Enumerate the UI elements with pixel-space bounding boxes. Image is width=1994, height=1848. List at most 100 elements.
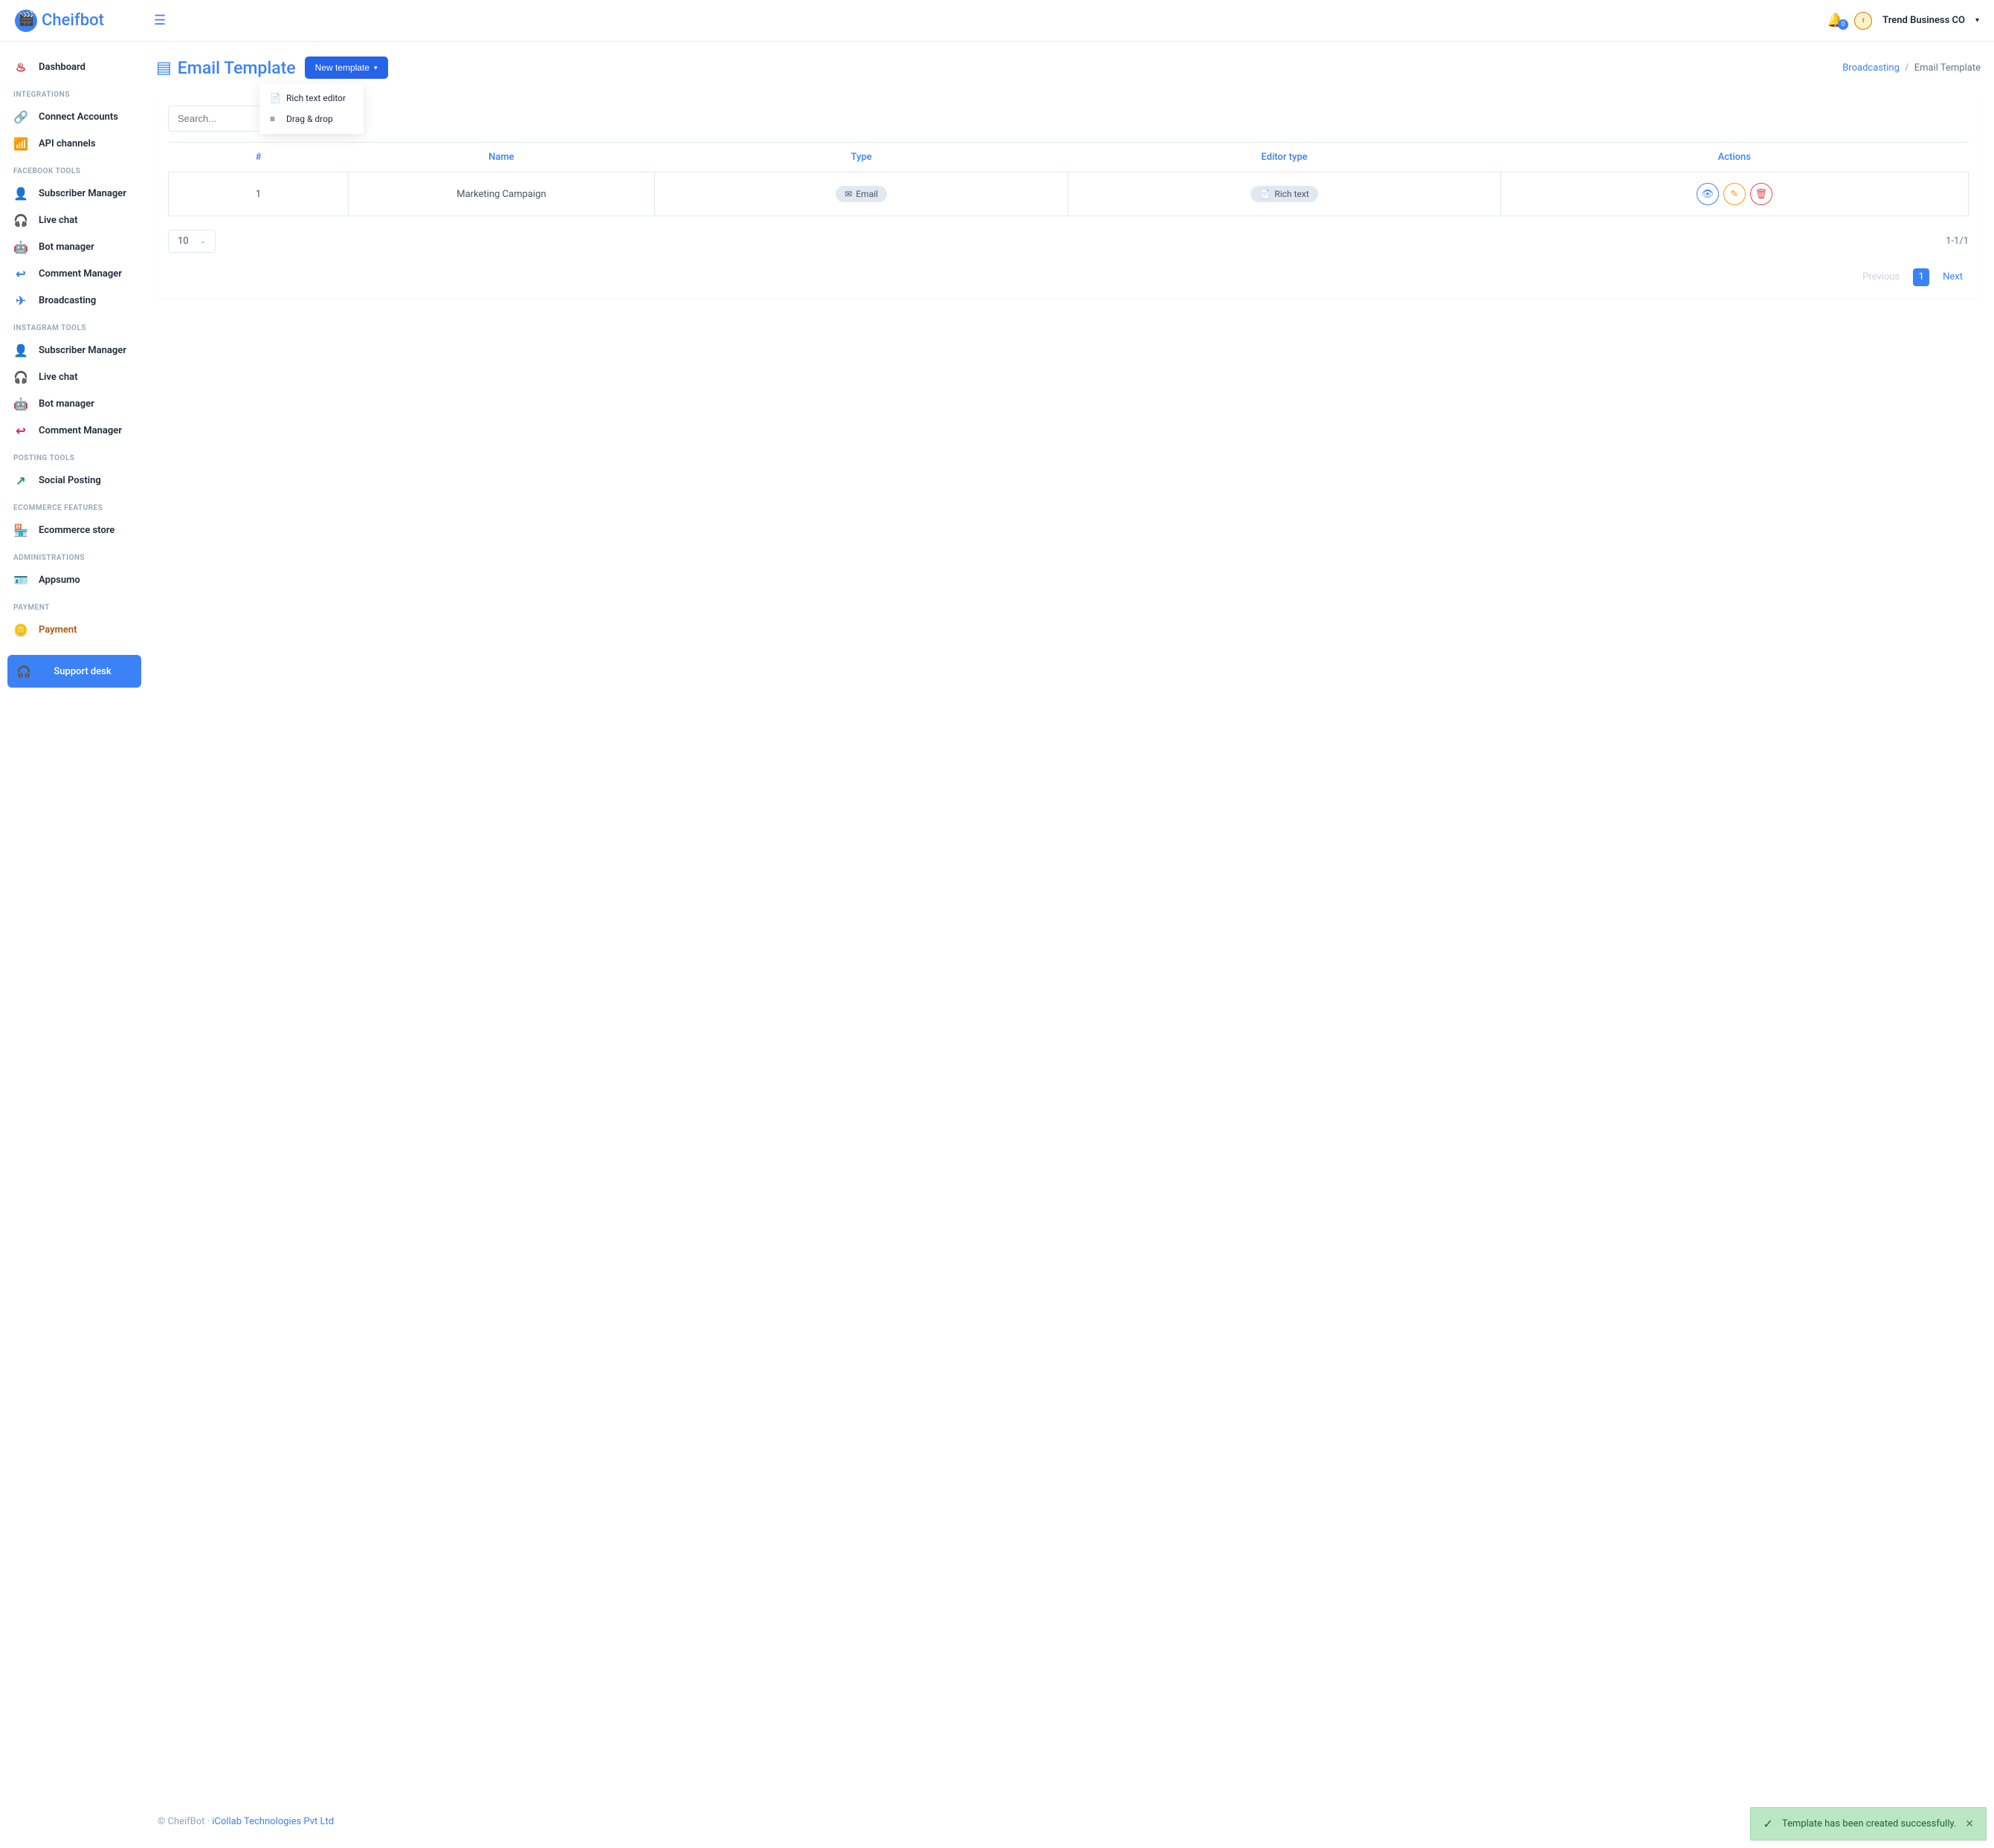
- sidebar-item-dashboard[interactable]: ♨ Dashboard: [0, 54, 149, 80]
- sidebar-item-appsumo[interactable]: 🪪 Appsumo: [0, 566, 149, 593]
- link-icon: 🔗: [13, 109, 28, 124]
- sidebar-item-label: Live chat: [39, 215, 77, 226]
- sidebar-item-ig-live-chat[interactable]: 🎧 Live chat: [0, 364, 149, 390]
- sidebar-item-label: API channels: [39, 138, 96, 149]
- col-header-type[interactable]: Type: [654, 143, 1068, 172]
- sidebar-item-label: Subscriber Manager: [39, 345, 126, 356]
- toast-close-button[interactable]: ✕: [1965, 1818, 1974, 1830]
- notif-badge: 0: [1838, 19, 1848, 30]
- envelope-icon: ✉: [845, 189, 852, 199]
- table-footer: 10 ⌄ 1-1/1: [168, 230, 1969, 253]
- share-icon: ↗: [13, 473, 28, 488]
- sidebar-item-ig-comment-manager[interactable]: ↩ Comment Manager: [0, 417, 149, 444]
- sidebar-item-label: Live chat: [39, 372, 77, 383]
- pagination: Previous 1 Next: [168, 268, 1969, 286]
- reply-icon: ↩: [13, 423, 28, 438]
- user-icon: 👤: [13, 343, 28, 358]
- type-pill: ✉ Email: [836, 186, 887, 202]
- content-card: # Name Type Editor type Actions 1 Market…: [156, 94, 1981, 298]
- template-table: # Name Type Editor type Actions 1 Market…: [168, 142, 1969, 216]
- col-header-number[interactable]: #: [169, 143, 349, 172]
- delete-button[interactable]: 🗑: [1750, 183, 1772, 205]
- sidebar-section: INSTAGRAM TOOLS: [0, 314, 149, 337]
- sidebar-section: ECOMMERCE FEATURES: [0, 494, 149, 517]
- footer: © CheifBot · iCollab Technologies Pvt Lt…: [156, 1803, 1981, 1841]
- store-icon: 🏪: [13, 523, 28, 537]
- trash-icon: 🗑: [1755, 189, 1767, 200]
- user-name[interactable]: Trend Business CO: [1882, 15, 1965, 26]
- pagination-current[interactable]: 1: [1913, 268, 1929, 286]
- support-desk-button[interactable]: 🎧 Support desk: [7, 655, 141, 688]
- sidebar-item-ig-bot-manager[interactable]: 🤖 Bot manager: [0, 390, 149, 417]
- list-icon: ▤: [156, 59, 172, 77]
- eye-icon: 👁: [1701, 189, 1714, 200]
- sidebar-item-connect-accounts[interactable]: 🔗 Connect Accounts: [0, 103, 149, 130]
- cell-number: 1: [169, 172, 349, 216]
- sidebar-item-label: Bot manager: [39, 242, 94, 253]
- view-button[interactable]: 👁: [1697, 183, 1719, 205]
- sidebar-section: FACEBOOK TOOLS: [0, 157, 149, 180]
- chevron-down-icon: ▾: [1975, 16, 1979, 25]
- robot-icon: 🤖: [13, 239, 28, 254]
- breadcrumb-current: Email Template: [1914, 62, 1981, 74]
- coins-icon: 🪙: [13, 622, 28, 637]
- table-row: 1 Marketing Campaign ✉ Email 📄 Rich tex: [169, 172, 1969, 216]
- breadcrumb: Broadcasting / Email Template: [1842, 62, 1981, 74]
- sidebar-section: PAYMENT: [0, 593, 149, 616]
- sidebar-item-label: Subscriber Manager: [39, 188, 126, 199]
- sidebar-item-label: Ecommerce store: [39, 525, 114, 536]
- sidebar-item-fb-comment-manager[interactable]: ↩ Comment Manager: [0, 260, 149, 287]
- headset-icon: 🎧: [16, 664, 31, 679]
- col-header-editor[interactable]: Editor type: [1068, 143, 1500, 172]
- sidebar-item-label: Broadcasting: [39, 295, 96, 306]
- sidebar-section: INTEGRATIONS: [0, 80, 149, 103]
- sidebar-item-social-posting[interactable]: ↗ Social Posting: [0, 467, 149, 494]
- sidebar-item-fb-broadcasting[interactable]: ✈ Broadcasting: [0, 287, 149, 314]
- fire-icon: ♨: [13, 59, 28, 74]
- sidebar-item-api-channels[interactable]: 📶 API channels: [0, 130, 149, 157]
- header-right: 🔔 0 t Trend Business CO ▾: [1827, 12, 1979, 30]
- sidebar-item-label: Appsumo: [39, 575, 80, 586]
- copyright: © CheifBot: [158, 1816, 204, 1827]
- main: ▤ Email Template New template 📄 Rich tex…: [149, 42, 1994, 1848]
- row-count: 1-1/1: [1946, 236, 1969, 247]
- reply-icon: ↩: [13, 266, 28, 281]
- sidebar-item-label: Connect Accounts: [39, 112, 118, 123]
- col-header-actions[interactable]: Actions: [1500, 143, 1968, 172]
- new-template-button[interactable]: New template: [305, 56, 388, 79]
- send-icon: ✈: [13, 293, 28, 308]
- logo-icon: [15, 10, 37, 32]
- chevron-down-icon: ⌄: [200, 237, 206, 245]
- sidebar-item-ecommerce-store[interactable]: 🏪 Ecommerce store: [0, 517, 149, 543]
- cell-name: Marketing Campaign: [349, 172, 655, 216]
- page-size-select[interactable]: 10 ⌄: [168, 230, 216, 253]
- breadcrumb-link-broadcasting[interactable]: Broadcasting: [1842, 62, 1900, 74]
- cell-actions: 👁 ✎ 🗑: [1500, 172, 1968, 216]
- pagination-previous[interactable]: Previous: [1856, 268, 1906, 286]
- col-header-name[interactable]: Name: [349, 143, 655, 172]
- dropdown-item-rich-text[interactable]: 📄 Rich text editor: [259, 88, 364, 109]
- sidebar-item-label: Bot manager: [39, 398, 94, 410]
- logo[interactable]: Cheifbot: [15, 10, 151, 32]
- sidebar-item-fb-bot-manager[interactable]: 🤖 Bot manager: [0, 233, 149, 260]
- page-title: ▤ Email Template: [156, 58, 296, 78]
- sidebar-section: ADMINISTRATIONS: [0, 543, 149, 566]
- robot-icon: 🤖: [13, 396, 28, 411]
- sidebar-item-payment[interactable]: 🪙 Payment: [0, 616, 149, 643]
- sidebar-item-label: Comment Manager: [39, 268, 122, 280]
- lines-icon: ≡: [270, 114, 279, 124]
- pagination-next[interactable]: Next: [1937, 268, 1969, 286]
- sidebar-item-fb-live-chat[interactable]: 🎧 Live chat: [0, 207, 149, 233]
- dropdown-item-drag-drop[interactable]: ≡ Drag & drop: [259, 109, 364, 129]
- footer-company-link[interactable]: iCollab Technologies Pvt Ltd: [212, 1816, 334, 1827]
- hamburger-icon[interactable]: ☰: [154, 13, 166, 28]
- file-icon: 📄: [270, 93, 279, 103]
- wifi-icon: 📶: [13, 136, 28, 151]
- sidebar-item-fb-subscriber[interactable]: 👤 Subscriber Manager: [0, 180, 149, 207]
- success-toast: ✓ Template has been created successfully…: [1750, 1807, 1987, 1841]
- header: Cheifbot ☰ 🔔 0 t Trend Business CO ▾: [0, 0, 1994, 42]
- sidebar-item-ig-subscriber[interactable]: 👤 Subscriber Manager: [0, 337, 149, 364]
- editor-pill: 📄 Rich text: [1251, 186, 1317, 202]
- notifications-button[interactable]: 🔔 0: [1827, 13, 1844, 28]
- edit-button[interactable]: ✎: [1723, 183, 1746, 205]
